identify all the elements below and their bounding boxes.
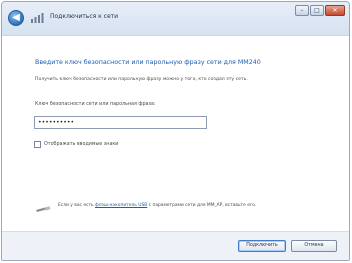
maximize-button[interactable]: □	[310, 5, 324, 16]
minimize-button[interactable]: –	[295, 5, 309, 16]
usb-hint-prefix: Если у вас есть	[58, 203, 95, 208]
key-field-label: Ключ безопасности сети или парольная фра…	[35, 102, 156, 107]
usb-hint-suffix: с параметрами сети для MM_AP, вставьте е…	[147, 203, 257, 208]
back-arrow-icon[interactable]: ◀	[8, 10, 24, 26]
dialog-content: Введите ключ безопасности или парольную …	[2, 36, 349, 232]
usb-hint: Если у вас есть флэш-накопитель USB с па…	[58, 203, 298, 209]
usb-drive-link[interactable]: флэш-накопитель USB	[95, 203, 147, 208]
cancel-button[interactable]: Отмена	[291, 240, 337, 252]
show-characters-row[interactable]: Отображать вводимые знаки	[34, 140, 118, 148]
network-icon	[31, 13, 44, 23]
show-characters-checkbox[interactable]	[34, 140, 41, 148]
page-title: Введите ключ безопасности или парольную …	[35, 59, 261, 66]
window-controls: – □ ✕	[295, 5, 345, 16]
dialog-footer: Подключить Отмена	[2, 231, 349, 260]
security-key-input[interactable]: ••••••••••	[34, 116, 207, 129]
title-bar: ◀ Подключиться к сети – □ ✕	[2, 2, 349, 36]
connect-dialog: ◀ Подключиться к сети – □ ✕ Введите ключ…	[1, 1, 350, 261]
window-title: Подключиться к сети	[50, 13, 119, 20]
usb-key-icon	[36, 206, 51, 212]
close-button[interactable]: ✕	[325, 5, 345, 16]
description-text: Получить ключ безопасности или парольную…	[35, 77, 248, 82]
connect-button[interactable]: Подключить	[238, 240, 286, 252]
show-characters-label: Отображать вводимые знаки	[44, 141, 119, 147]
